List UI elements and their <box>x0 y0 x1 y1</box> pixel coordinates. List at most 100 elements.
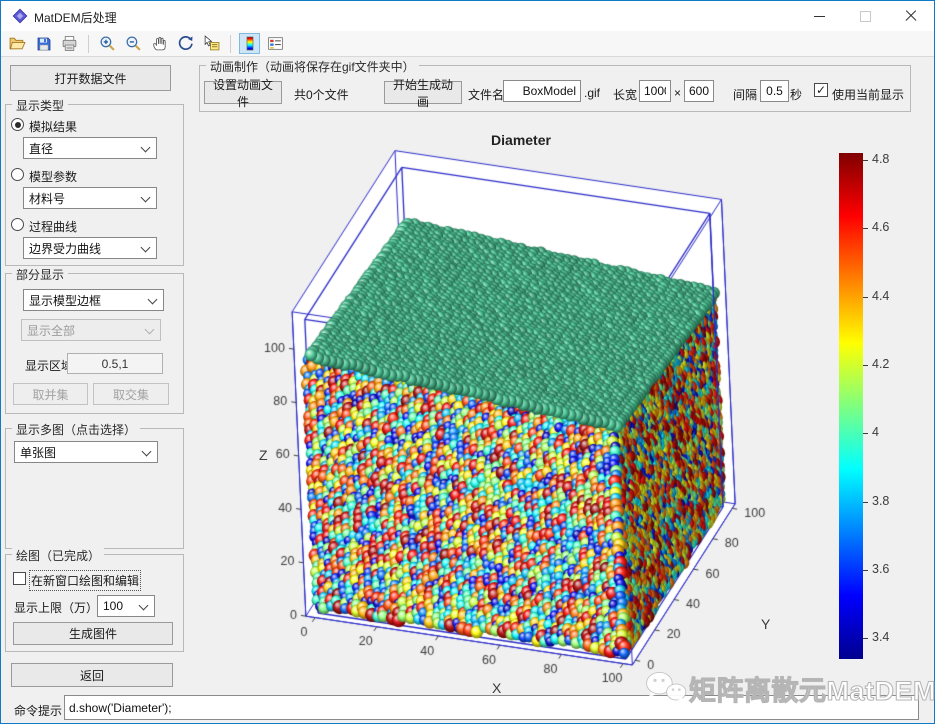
filename-label: 文件名 <box>468 86 504 103</box>
colorbar-tick-label: 4.2 <box>872 357 889 371</box>
colorbar-tick <box>863 570 868 571</box>
chevron-down-icon <box>141 143 151 153</box>
3d-particle-plot[interactable] <box>196 113 826 691</box>
radio-model-parameter-label: 模型参数 <box>29 168 77 185</box>
chevron-down-icon <box>141 243 151 253</box>
open-data-file-button[interactable]: 打开数据文件 <box>10 65 171 91</box>
multi-plot-dropdown[interactable]: 单张图 <box>14 441 158 463</box>
model-frame-value: 显示模型边框 <box>29 292 101 309</box>
rotate-3d-button[interactable] <box>175 33 196 54</box>
multi-plot-title: 显示多图（点击选择） <box>12 421 140 438</box>
colorbar-tick <box>863 433 868 434</box>
display-type-title: 显示类型 <box>12 97 68 114</box>
open-file-button[interactable] <box>7 33 28 54</box>
simulation-result-dropdown[interactable]: 直径 <box>23 137 157 159</box>
data-cursor-button[interactable] <box>201 33 222 54</box>
radio-model-parameter[interactable] <box>11 168 24 181</box>
pan-button[interactable] <box>149 33 170 54</box>
display-region-input[interactable] <box>67 353 163 374</box>
window-title: MatDEM后处理 <box>34 9 117 26</box>
colorbar-tick-label: 4.4 <box>872 289 889 303</box>
colorbar: 3.43.63.844.24.44.64.8 <box>839 153 919 659</box>
maximize-button[interactable] <box>842 1 888 31</box>
use-current-display-checkbox[interactable]: ✓ <box>814 83 828 97</box>
colorbar-tick <box>863 365 868 366</box>
zoom-out-icon <box>125 35 142 52</box>
toolbar <box>1 31 934 57</box>
colorbar-tick-label: 3.4 <box>872 630 889 644</box>
model-frame-dropdown[interactable]: 显示模型边框 <box>23 289 164 311</box>
start-animation-button[interactable]: 开始生成动画 <box>384 81 462 104</box>
zoom-out-button[interactable] <box>123 33 144 54</box>
display-limit-value: 100 <box>103 599 123 613</box>
chevron-down-icon <box>139 601 149 611</box>
command-prompt-label: 命令提示 <box>14 702 62 719</box>
new-window-checkbox[interactable] <box>13 572 26 585</box>
filename-suffix: .gif <box>584 86 600 100</box>
colorbar-tick-label: 4 <box>872 425 879 439</box>
legend-icon <box>267 35 284 52</box>
toolbar-separator <box>88 35 89 53</box>
close-icon <box>905 10 917 22</box>
floppy-disk-icon <box>36 36 52 52</box>
animation-file-count: 共0个文件 <box>294 86 349 103</box>
app-window: MatDEM后处理 <box>0 0 935 724</box>
partial-display-title: 部分显示 <box>12 266 68 283</box>
print-button[interactable] <box>59 33 80 54</box>
colorbar-tick <box>863 160 868 161</box>
radio-simulation-result-label: 模拟结果 <box>29 118 77 135</box>
back-button[interactable]: 返回 <box>11 663 173 687</box>
radio-simulation-result[interactable] <box>11 118 24 131</box>
colorbar-tick-label: 4.6 <box>872 220 889 234</box>
interval-input[interactable] <box>760 80 789 102</box>
gif-width-input[interactable] <box>639 80 671 102</box>
insert-legend-button[interactable] <box>265 33 286 54</box>
hand-icon <box>151 35 168 52</box>
use-current-display-label: 使用当前显示 <box>832 86 904 103</box>
close-button[interactable] <box>888 1 934 31</box>
set-animation-file-button[interactable]: 设置动画文件 <box>204 81 282 104</box>
chevron-down-icon <box>145 325 155 335</box>
colorbar-tick-label: 3.8 <box>872 494 889 508</box>
colorbar-tick <box>863 297 868 298</box>
colorbar-tick-label: 4.8 <box>872 152 889 166</box>
x-axis-label: X <box>492 680 501 696</box>
display-limit-label: 显示上限（万） <box>14 599 98 616</box>
printer-icon <box>61 35 78 52</box>
radio-process-curve[interactable] <box>11 218 24 231</box>
animation-title: 动画制作（动画将保存在gif文件夹中） <box>206 58 419 75</box>
toolbar-separator <box>230 35 231 53</box>
title-bar: MatDEM后处理 <box>1 1 934 31</box>
filename-input[interactable] <box>503 80 581 102</box>
open-folder-icon <box>9 35 26 52</box>
model-parameter-dropdown[interactable]: 材料号 <box>23 187 157 209</box>
show-all-dropdown[interactable]: 显示全部 <box>21 319 161 341</box>
save-button[interactable] <box>33 33 54 54</box>
generate-figure-button[interactable]: 生成图件 <box>13 622 173 645</box>
process-curve-dropdown[interactable]: 边界受力曲线 <box>23 237 157 259</box>
zoom-in-icon <box>99 35 116 52</box>
command-input[interactable] <box>64 695 919 720</box>
display-limit-dropdown[interactable]: 100 <box>97 595 155 617</box>
colorbar-tick <box>863 638 868 639</box>
gif-height-input[interactable] <box>684 80 714 102</box>
z-axis-label: Z <box>259 447 268 463</box>
simulation-result-value: 直径 <box>29 140 53 157</box>
interval-unit: 秒 <box>790 86 802 103</box>
union-button[interactable]: 取并集 <box>13 383 88 405</box>
maximize-icon <box>860 11 871 22</box>
plot-title: Diameter <box>431 132 611 148</box>
times-sign: × <box>674 86 681 100</box>
zoom-in-button[interactable] <box>97 33 118 54</box>
multi-plot-value: 单张图 <box>20 444 56 461</box>
data-cursor-icon <box>203 35 220 52</box>
intersect-button[interactable]: 取交集 <box>93 383 169 405</box>
minimize-button[interactable] <box>796 1 842 31</box>
new-window-checkbox-label[interactable]: 在新窗口绘图和编辑 <box>31 572 139 589</box>
chevron-down-icon <box>142 447 152 457</box>
colorbar-icon <box>242 35 258 52</box>
display-region-label: 显示区域 <box>25 357 73 374</box>
rotate-icon <box>177 35 194 52</box>
colorbar-toggle-button[interactable] <box>239 33 260 54</box>
chevron-down-icon <box>141 193 151 203</box>
